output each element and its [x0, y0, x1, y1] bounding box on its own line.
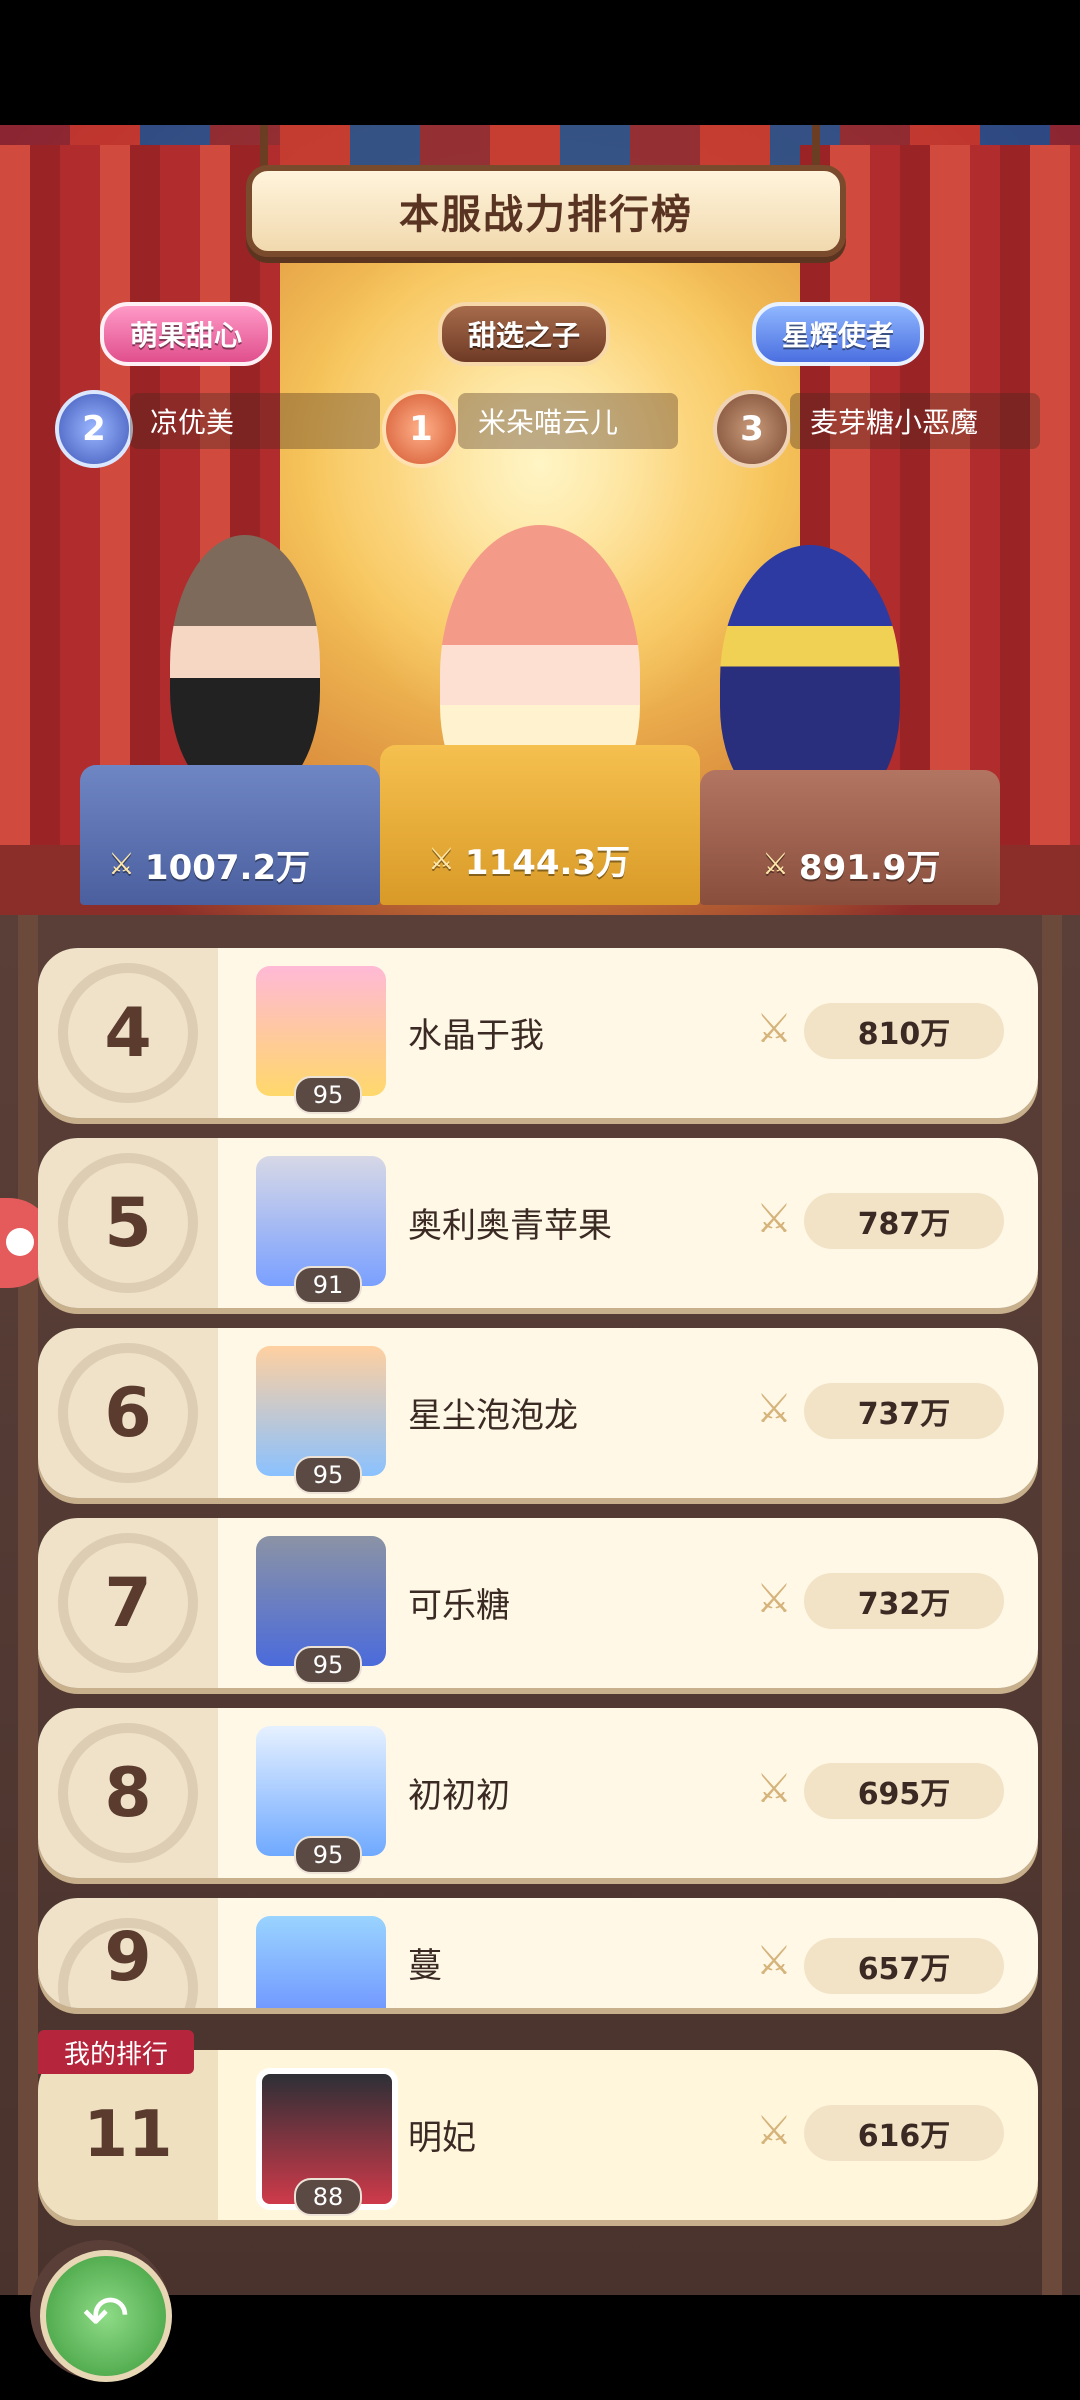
- rank-medal-3: 3: [713, 390, 791, 468]
- character-rank-2[interactable]: [170, 535, 320, 795]
- level-badge: 95: [294, 1076, 362, 1114]
- rank-number: 7: [38, 1518, 218, 1688]
- rank-number: 9: [38, 1898, 218, 2008]
- ranking-row[interactable]: 5 91 奥利奥青苹果 ⚔ 787万: [38, 1138, 1038, 1308]
- sword-icon: ⚔: [428, 842, 455, 877]
- power-label-2: ⚔ 1007.2万: [108, 840, 310, 889]
- crossed-swords-icon: ⚔: [756, 1386, 792, 1432]
- level-badge: 95: [294, 1836, 362, 1874]
- crossed-swords-icon: ⚔: [756, 1576, 792, 1622]
- back-button[interactable]: ↶: [40, 2250, 172, 2382]
- top-player-name-2[interactable]: 凉优美: [130, 393, 380, 449]
- player-name: 奥利奥青苹果: [408, 1206, 612, 1246]
- game-controller-icon: [6, 1228, 34, 1256]
- honor-center-badge: 甜选之子: [438, 302, 611, 366]
- ranking-row[interactable]: 9 蔓 ⚔ 657万: [38, 1898, 1038, 2008]
- power-value: 737万: [804, 1383, 1004, 1439]
- my-rank-number: 11: [83, 2098, 173, 2172]
- power-value-1: 1144.3万: [464, 843, 631, 883]
- sword-icon: ⚔: [108, 847, 135, 882]
- player-name: 星尘泡泡龙: [408, 1396, 578, 1436]
- crossed-swords-icon: ⚔: [756, 1196, 792, 1242]
- crossed-swords-icon: ⚔: [756, 2108, 792, 2154]
- my-power-value: 616万: [804, 2105, 1004, 2161]
- rank-number: 4: [38, 948, 218, 1118]
- title-plate: 本服战力排行榜: [246, 165, 846, 257]
- rank-number: 6: [38, 1328, 218, 1498]
- sword-icon: ⚔: [762, 847, 789, 882]
- player-name: 蔓: [408, 1946, 442, 1986]
- rank-number: 5: [38, 1138, 218, 1308]
- crossed-swords-icon: ⚔: [756, 1006, 792, 1052]
- power-value-3: 891.9万: [798, 848, 941, 888]
- my-rank-label: 我的排行: [38, 2030, 195, 2074]
- my-rank-row[interactable]: 11 88 明妃 ⚔ 616万: [38, 2050, 1038, 2220]
- power-value: 810万: [804, 1003, 1004, 1059]
- avatar[interactable]: [256, 1916, 386, 2008]
- power-value: 732万: [804, 1573, 1004, 1629]
- my-level-badge: 88: [294, 2178, 362, 2216]
- leaderboard-stage: 本服战力排行榜 萌果甜心 甜选之子 星辉使者 2 凉优美 1 米朵喵云儿 3 麦…: [0, 125, 1080, 915]
- level-badge: 95: [294, 1646, 362, 1684]
- crossed-swords-icon: ⚔: [756, 1938, 792, 1984]
- level-badge: 91: [294, 1266, 362, 1304]
- player-name: 水晶于我: [408, 1016, 544, 1056]
- power-label-3: ⚔ 891.9万: [762, 840, 940, 889]
- power-value: 657万: [804, 1938, 1004, 1994]
- top-player-name-3[interactable]: 麦芽糖小恶魔: [790, 393, 1040, 449]
- rank-medal-2: 2: [55, 390, 133, 468]
- player-name: 可乐糖: [408, 1586, 510, 1626]
- power-value-2: 1007.2万: [144, 848, 311, 888]
- ranking-row[interactable]: 7 95 可乐糖 ⚔ 732万: [38, 1518, 1038, 1688]
- ranking-row[interactable]: 6 95 星尘泡泡龙 ⚔ 737万: [38, 1328, 1038, 1498]
- power-label-1: ⚔ 1144.3万: [428, 835, 630, 884]
- rank-medal-1: 1: [382, 390, 460, 468]
- player-name: 初初初: [408, 1776, 510, 1816]
- honor-right-badge: 星辉使者: [752, 302, 925, 366]
- ranking-row[interactable]: 8 95 初初初 ⚔ 695万: [38, 1708, 1038, 1878]
- status-bar: [0, 0, 1080, 125]
- page-title: 本服战力排行榜: [399, 192, 693, 238]
- power-value: 787万: [804, 1193, 1004, 1249]
- rank-number: 8: [38, 1708, 218, 1878]
- power-value: 695万: [804, 1763, 1004, 1819]
- back-arrow-icon: ↶: [82, 2283, 130, 2349]
- top-player-name-1[interactable]: 米朵喵云儿: [458, 393, 678, 449]
- ranking-row[interactable]: 4 95 水晶于我 ⚔ 810万: [38, 948, 1038, 1118]
- level-badge: 95: [294, 1456, 362, 1494]
- crossed-swords-icon: ⚔: [756, 1766, 792, 1812]
- my-player-name: 明妃: [408, 2118, 476, 2158]
- honor-left-badge: 萌果甜心: [100, 302, 273, 366]
